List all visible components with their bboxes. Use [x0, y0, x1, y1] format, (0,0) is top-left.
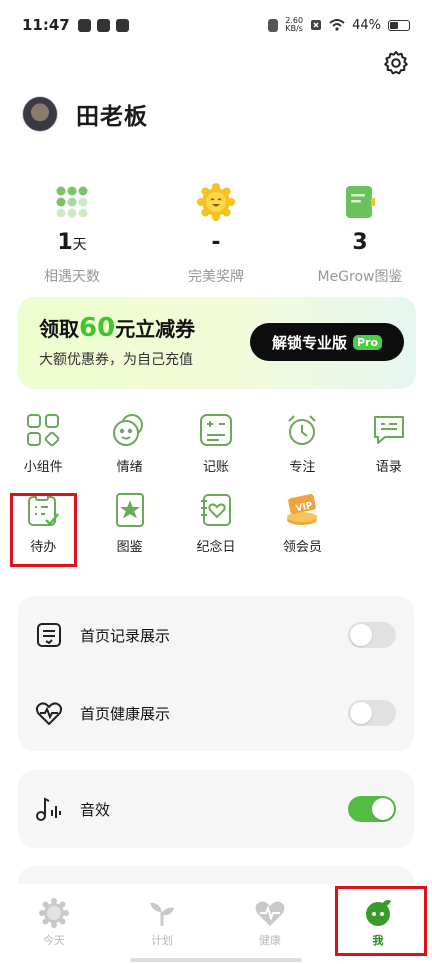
record-list-icon [37, 623, 61, 647]
promo-banner[interactable]: 领取60元立减券 大额优惠券，为自己充值 解锁专业版 Pro [18, 297, 416, 389]
sound-settings-card: 音效 [18, 770, 414, 848]
status-bar: 11:47 2.60 KB/s 44% [0, 0, 432, 50]
me-icon [366, 900, 391, 926]
setting-home-record[interactable]: 首页记录展示 [18, 596, 414, 674]
tab-label: 计划 [151, 934, 173, 947]
feature-label: 记账 [202, 460, 229, 475]
vibrate-icon [268, 18, 279, 32]
focus-clock-icon [288, 415, 317, 445]
feature-label: 领会员 [282, 540, 322, 555]
emotion-icon [112, 414, 143, 446]
feature-vip[interactable]: VIP 领会员 [259, 490, 345, 570]
tiktok-icon [96, 18, 110, 32]
promo-amount: 60 [79, 313, 116, 343]
stat-value: 3 [352, 230, 368, 255]
settings-button[interactable] [381, 48, 411, 78]
feature-label: 语录 [375, 460, 402, 475]
sprout-icon [150, 902, 174, 926]
feature-anniversary[interactable]: 纪念日 [173, 490, 259, 570]
setting-home-health[interactable]: 首页健康展示 [18, 674, 414, 752]
promo-title-prefix: 领取 [39, 317, 79, 341]
home-indicator[interactable] [130, 958, 302, 962]
feature-todo[interactable]: 待办 [0, 490, 86, 570]
tab-health[interactable]: 健康 [216, 884, 324, 964]
stat-label: 完美奖牌 [188, 269, 244, 285]
feature-label: 小组件 [23, 460, 63, 475]
mail-icon [115, 18, 129, 32]
unlock-pro-button[interactable]: 解锁专业版 Pro [250, 323, 404, 361]
home-health-toggle[interactable] [348, 700, 396, 726]
feature-focus[interactable]: 专注 [259, 410, 345, 490]
stat-label: MeGrow图鉴 [317, 269, 403, 285]
setting-label: 首页健康展示 [80, 704, 171, 723]
bottom-tab-bar: 今天 计划 健康 我 [0, 884, 432, 964]
heart-pulse-icon [255, 901, 285, 926]
anniversary-icon [200, 494, 231, 526]
pro-badge: Pro [352, 334, 383, 350]
signal-icon [311, 20, 322, 30]
stat-perfect-medal[interactable]: - 完美奖牌 [144, 180, 288, 286]
notification-icon [77, 18, 91, 32]
username: 田老板 [76, 104, 148, 130]
tab-today[interactable]: 今天 [0, 884, 108, 964]
tab-plan[interactable]: 计划 [108, 884, 216, 964]
feature-label: 专注 [289, 460, 316, 475]
tab-label: 今天 [43, 934, 65, 947]
sun-icon [39, 898, 69, 928]
sound-toggle[interactable] [348, 796, 396, 822]
home-record-toggle[interactable] [348, 622, 396, 648]
net-speed: 2.60 KB/s [285, 17, 303, 33]
stat-label: 相遇天数 [44, 269, 100, 285]
feature-emotion[interactable]: 情绪 [86, 410, 172, 490]
feature-label: 待办 [30, 540, 57, 555]
feature-label: 情绪 [116, 460, 143, 475]
feature-accounting[interactable]: 记账 [173, 410, 259, 490]
stat-value: - [211, 230, 221, 255]
status-time: 11:47 [22, 16, 70, 34]
heart-pulse-icon [35, 702, 63, 725]
setting-label: 音效 [80, 800, 111, 819]
feature-quotes[interactable]: 语录 [346, 410, 432, 490]
vip-icon: VIP [287, 494, 318, 525]
gear-icon [384, 51, 408, 75]
feature-label: 纪念日 [196, 540, 236, 555]
promo-subtitle: 大额优惠券，为自己充值 [39, 352, 193, 368]
tab-label: 我 [372, 934, 384, 947]
tab-me[interactable]: 我 [324, 884, 432, 964]
feature-widgets[interactable]: 小组件 [0, 410, 86, 490]
net-speed-unit: KB/s [285, 24, 303, 33]
avatar[interactable] [22, 96, 58, 132]
status-notification-icons [77, 18, 129, 32]
unlock-label: 解锁专业版 [271, 333, 347, 352]
setting-label: 首页记录展示 [80, 626, 171, 645]
feature-collection[interactable]: 图鉴 [86, 490, 172, 570]
sun-medal-icon [197, 183, 235, 221]
promo-title-suffix: 元立减券 [115, 317, 196, 341]
stat-unit: 天 [72, 237, 87, 253]
setting-sound[interactable]: 音效 [18, 770, 414, 848]
book-icon [346, 186, 375, 218]
grid-dots-icon [56, 186, 88, 218]
collection-icon [115, 493, 144, 527]
quote-icon [373, 416, 404, 444]
tab-label: 健康 [259, 934, 281, 947]
stat-value: 1 [57, 230, 73, 255]
stats-row: 1天 相遇天数 - 完美奖牌 3 MeGrow图鉴 [0, 180, 432, 286]
profile-header[interactable]: 田老板 [22, 96, 148, 132]
battery-icon [388, 19, 410, 31]
music-note-icon [36, 797, 61, 821]
wifi-icon [329, 19, 345, 31]
status-right: 2.60 KB/s 44% [268, 17, 410, 33]
home-display-settings-card: 首页记录展示 首页健康展示 [18, 596, 414, 751]
accounting-icon [199, 414, 232, 446]
feature-label: 图鉴 [116, 540, 143, 555]
stat-days-met[interactable]: 1天 相遇天数 [0, 180, 144, 286]
battery-percent: 44% [352, 17, 381, 33]
promo-title: 领取60元立减券 [39, 313, 195, 343]
stat-megrow-collection[interactable]: 3 MeGrow图鉴 [288, 180, 432, 286]
svg-text:VIP: VIP [295, 501, 314, 514]
feature-grid: 小组件 情绪 记账 专注 语录 待办 图鉴 纪念日 VIP 领会员 [0, 410, 432, 570]
widgets-icon [27, 414, 60, 447]
todo-icon [28, 493, 60, 526]
